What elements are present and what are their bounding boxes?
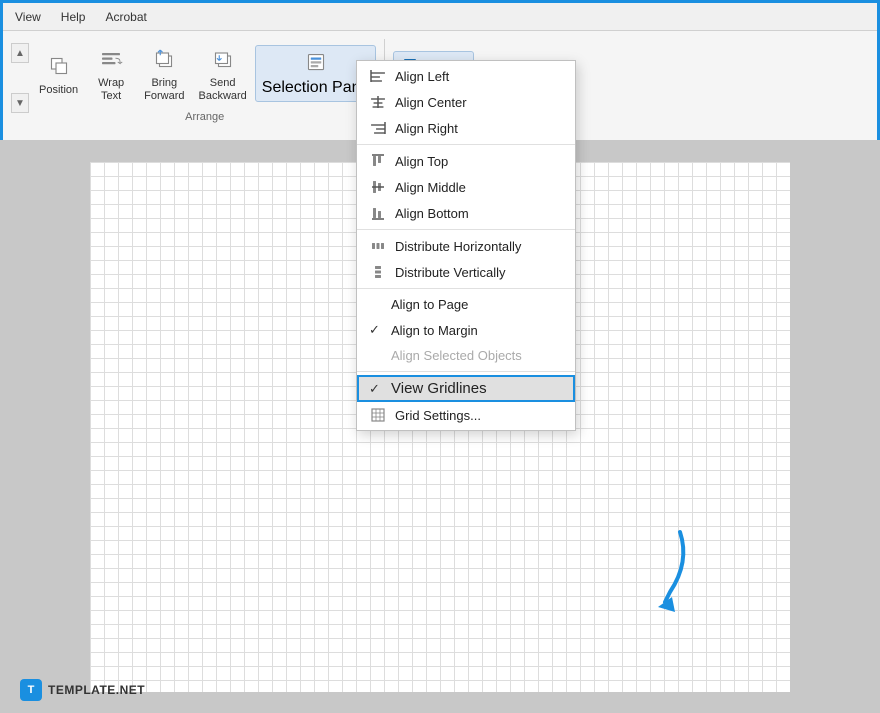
align-to-page-label: Align to Page xyxy=(391,297,468,312)
align-dropdown-menu: Align Left Align Center Align Right xyxy=(356,60,576,431)
grid-settings-item[interactable]: Grid Settings... xyxy=(357,402,575,428)
align-selected-check xyxy=(369,348,383,363)
distribute-h-label: Distribute Horizontally xyxy=(395,239,521,254)
arrange-label: Arrange xyxy=(185,111,224,123)
align-middle-icon xyxy=(369,179,387,195)
send-backward-icon xyxy=(207,43,239,75)
align-bottom-icon xyxy=(369,205,387,221)
wrap-text-icon xyxy=(95,43,127,75)
view-gridlines-label: View Gridlines xyxy=(391,380,487,397)
align-to-margin-item[interactable]: ✓ Align to Margin xyxy=(357,317,575,343)
align-top-item[interactable]: Align Top xyxy=(357,148,575,174)
bring-forward-button[interactable]: BringForward xyxy=(138,39,190,107)
arrow-annotation xyxy=(610,522,690,612)
distribute-h-icon xyxy=(369,238,387,254)
scroll-down-icon[interactable]: ▼ xyxy=(11,93,29,113)
align-left-icon xyxy=(369,68,387,84)
scroll-up-icon[interactable]: ▲ xyxy=(11,43,29,63)
distribute-v-icon xyxy=(369,264,387,280)
selection-pane-icon xyxy=(304,50,328,79)
align-middle-label: Align Middle xyxy=(395,180,466,195)
footer-brand: TEMPLATE.NET xyxy=(48,683,145,697)
separator-1 xyxy=(357,144,575,145)
align-bottom-label: Align Bottom xyxy=(395,206,469,221)
distribute-horizontally-item[interactable]: Distribute Horizontally xyxy=(357,233,575,259)
align-to-margin-check: ✓ xyxy=(369,322,383,338)
distribute-vertically-item[interactable]: Distribute Vertically xyxy=(357,259,575,285)
separator-3 xyxy=(357,288,575,289)
top-menu-bar: View Help Acrobat xyxy=(3,3,877,31)
align-middle-item[interactable]: Align Middle xyxy=(357,174,575,200)
wrap-text-button[interactable]: WrapText xyxy=(86,39,136,107)
align-top-icon xyxy=(369,153,387,169)
arrange-buttons: Position WrapText xyxy=(33,39,376,107)
selection-pane-label: Selection Pane xyxy=(262,79,370,97)
align-to-page-item[interactable]: Align to Page xyxy=(357,292,575,317)
position-button[interactable]: Position xyxy=(33,46,84,101)
align-left-item[interactable]: Align Left xyxy=(357,63,575,89)
align-center-label: Align Center xyxy=(395,95,467,110)
send-backward-label: SendBackward xyxy=(198,77,246,103)
align-left-label: Align Left xyxy=(395,69,449,84)
position-label: Position xyxy=(39,84,78,97)
grid-settings-icon xyxy=(369,407,387,423)
align-right-label: Align Right xyxy=(395,121,458,136)
separator-4 xyxy=(357,371,575,372)
align-right-item[interactable]: Align Right xyxy=(357,115,575,141)
align-to-margin-label: Align to Margin xyxy=(391,323,478,338)
view-gridlines-check: ✓ xyxy=(369,381,383,397)
align-to-page-check xyxy=(369,297,383,312)
wrap-text-label: WrapText xyxy=(98,77,124,103)
align-selected-label: Align Selected Objects xyxy=(391,348,522,363)
arrange-group: Position WrapText xyxy=(33,39,385,123)
align-right-icon xyxy=(369,120,387,136)
position-icon xyxy=(43,50,75,82)
send-backward-button[interactable]: SendBackward xyxy=(192,39,252,107)
view-menu[interactable]: View xyxy=(15,10,41,24)
align-bottom-item[interactable]: Align Bottom xyxy=(357,200,575,226)
bring-forward-label: BringForward xyxy=(144,77,184,103)
view-gridlines-item[interactable]: ✓ View Gridlines xyxy=(357,375,575,402)
distribute-v-label: Distribute Vertically xyxy=(395,265,506,280)
align-center-icon xyxy=(369,94,387,110)
acrobat-menu[interactable]: Acrobat xyxy=(105,10,146,24)
align-selected-objects-item: Align Selected Objects xyxy=(357,343,575,368)
align-center-item[interactable]: Align Center xyxy=(357,89,575,115)
separator-2 xyxy=(357,229,575,230)
footer-logo: T xyxy=(20,679,42,701)
grid-settings-label: Grid Settings... xyxy=(395,408,481,423)
align-top-label: Align Top xyxy=(395,154,448,169)
footer: T TEMPLATE.NET xyxy=(20,679,145,701)
help-menu[interactable]: Help xyxy=(61,10,86,24)
bring-forward-icon xyxy=(148,43,180,75)
